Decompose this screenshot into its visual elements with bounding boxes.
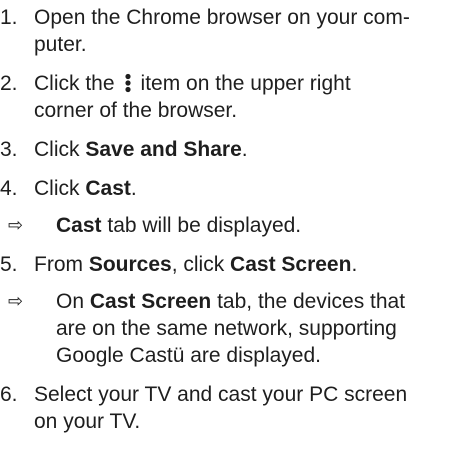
step-number: 4. — [0, 177, 18, 200]
step-text-line-2: on your TV. — [34, 410, 141, 433]
cast-screen-tab-label: Cast Screen — [89, 290, 212, 313]
step-text-post: . — [241, 138, 248, 161]
step-number: 6. — [0, 383, 18, 406]
result-text-line-3: Google Castü are displayed. — [56, 344, 321, 367]
result-text-pre: On — [56, 290, 90, 313]
step-6: 6. Select your TV and cast your PC scree… — [0, 381, 465, 435]
save-and-share-label: Save and Share — [85, 138, 242, 161]
step-number: 2. — [0, 72, 18, 95]
step-text-post: . — [130, 177, 137, 200]
step-text-post: . — [351, 253, 358, 276]
step-text-line-1: Open the Chrome browser on your com- — [34, 6, 410, 29]
result-text-line-2: are on the same network, supporting — [56, 317, 397, 340]
result-2: ⇨ On Cast Screen tab, the devices that a… — [0, 288, 465, 369]
step-text-line-2: corner of the browser. — [34, 99, 238, 122]
result-1: ⇨ Cast tab will be displayed. — [0, 212, 465, 239]
more-vert-icon — [119, 73, 137, 93]
step-text-pre: From — [34, 253, 89, 276]
sources-label: Sources — [88, 253, 172, 276]
step-4: 4. Click Cast. — [0, 175, 465, 202]
step-text-mid: , click — [171, 253, 231, 276]
step-3: 3. Click Save and Share. — [0, 136, 465, 163]
step-text-pre: Click — [34, 138, 86, 161]
result-arrow-icon: ⇨ — [8, 291, 24, 312]
step-1: 1. Open the Chrome browser on your com- … — [0, 4, 465, 58]
result-arrow-icon: ⇨ — [8, 215, 24, 236]
step-text-line-2: puter. — [34, 33, 87, 56]
step-text-line-1: Select your TV and cast your PC screen — [34, 383, 408, 406]
step-text-pre: Click the — [34, 72, 115, 95]
cast-screen-label: Cast Screen — [230, 253, 352, 276]
result-text: tab will be displayed. — [101, 214, 302, 237]
cast-label: Cast — [85, 177, 131, 200]
step-5: 5. From Sources, click Cast Screen. — [0, 251, 465, 278]
step-2: 2. Click the item on the upper right corn… — [0, 70, 465, 124]
cast-tab-label: Cast — [56, 214, 102, 237]
step-number: 3. — [0, 138, 18, 161]
step-text-mid: item on the upper right — [140, 72, 351, 95]
step-number: 5. — [0, 253, 18, 276]
result-text-line-1: tab, the devices that — [211, 290, 406, 313]
step-text-pre: Click — [34, 177, 86, 200]
instruction-list: 1. Open the Chrome browser on your com- … — [0, 4, 465, 447]
step-number: 1. — [0, 6, 18, 29]
